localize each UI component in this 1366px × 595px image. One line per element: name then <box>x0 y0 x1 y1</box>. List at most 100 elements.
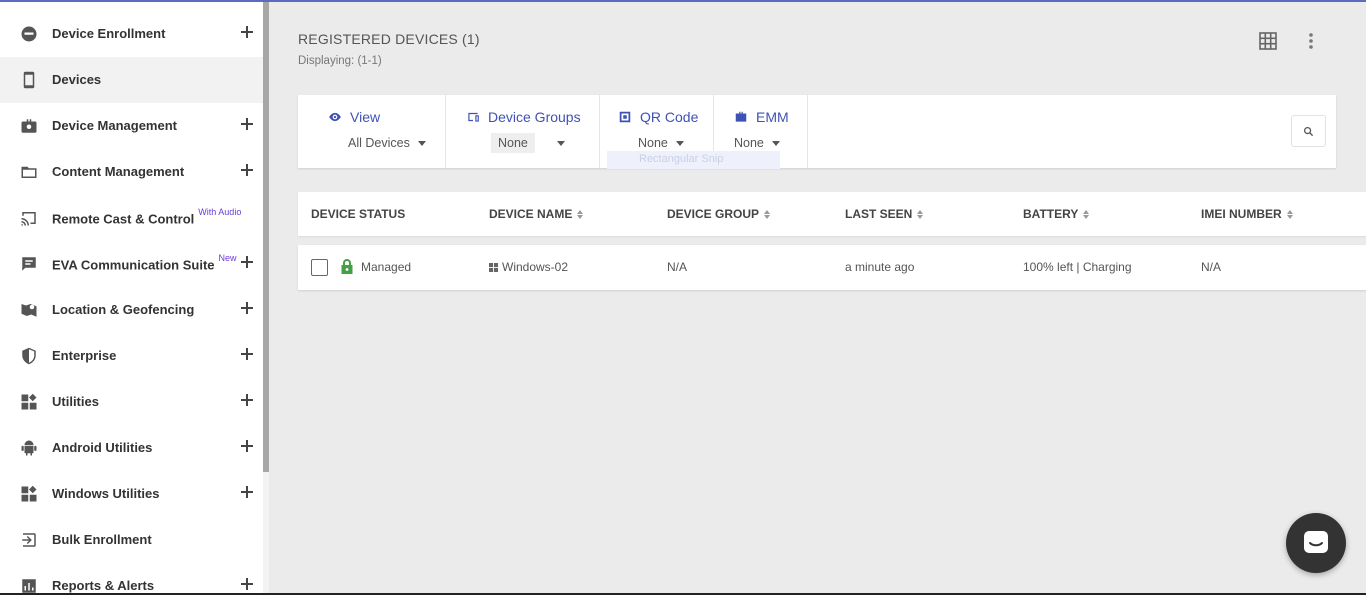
view-value: All Devices <box>348 136 410 150</box>
expand-plus-icon[interactable] <box>240 577 254 591</box>
devices-icon <box>468 112 479 122</box>
caret-down-icon <box>771 140 780 146</box>
widgets-icon <box>19 484 39 504</box>
sidebar-item-label: EVA Communication Suite New <box>52 253 237 273</box>
sidebar-item-bulk-enrollment[interactable]: Bulk Enrollment <box>0 517 263 563</box>
top-accent-line <box>0 0 1366 2</box>
sidebar-item-content-management[interactable]: Content Management <box>0 149 263 195</box>
battery: 100% left | Charging <box>1023 260 1132 274</box>
column-label: LAST SEEN <box>845 207 913 221</box>
sidebar-item-remote-cast[interactable]: Remote Cast & Control With Audio <box>0 195 263 241</box>
search-button[interactable] <box>1291 115 1326 147</box>
column-imei[interactable]: IMEI NUMBER <box>1201 207 1293 221</box>
table-header: DEVICE STATUS DEVICE NAME DEVICE GROUP L… <box>298 192 1366 236</box>
sidebar-item-utilities[interactable]: Utilities <box>0 379 263 425</box>
android-icon <box>19 438 39 458</box>
page-title: REGISTERED DEVICES (1) <box>298 31 480 47</box>
qr-code-dropdown[interactable]: None <box>638 136 684 150</box>
view-label: View <box>350 109 381 125</box>
sort-icon <box>1083 209 1090 219</box>
expand-plus-icon[interactable] <box>240 301 254 315</box>
qr-code-value: None <box>638 136 668 150</box>
expand-plus-icon[interactable] <box>240 163 254 177</box>
enrollment-icon <box>19 24 39 44</box>
folder-icon <box>19 162 39 182</box>
chat-icon <box>19 254 39 274</box>
sidebar-item-enterprise[interactable]: Enterprise <box>0 333 263 379</box>
sort-icon <box>577 209 584 219</box>
caret-down-icon <box>556 140 565 146</box>
sidebar-item-android-utilities[interactable]: Android Utilities <box>0 425 263 471</box>
expand-plus-icon[interactable] <box>240 25 254 39</box>
widgets-icon <box>19 392 39 412</box>
view-dropdown[interactable]: All Devices <box>348 136 426 150</box>
row-checkbox[interactable] <box>311 259 328 276</box>
sidebar-item-label: Location & Geofencing <box>52 302 195 317</box>
device-name: Windows-02 <box>502 260 569 274</box>
expand-plus-icon[interactable] <box>240 393 254 407</box>
lock-icon <box>340 258 354 274</box>
sidebar-item-device-enrollment[interactable]: Device Enrollment <box>0 11 263 57</box>
device-status: Managed <box>361 260 412 274</box>
expand-plus-icon[interactable] <box>240 117 254 131</box>
sidebar-item-label: Reports & Alerts <box>52 578 155 593</box>
windows-icon <box>489 262 498 272</box>
last-seen: a minute ago <box>845 260 915 274</box>
device-groups-filter[interactable]: Device Groups None <box>446 95 600 168</box>
shield-icon <box>19 346 39 366</box>
briefcase-icon <box>735 111 747 122</box>
emm-value: None <box>734 136 764 150</box>
sidebar-item-windows-utilities[interactable]: Windows Utilities <box>0 471 263 517</box>
qr-code-label: QR Code <box>640 109 699 125</box>
sort-icon <box>1286 209 1293 219</box>
column-label: BATTERY <box>1023 207 1079 221</box>
device-groups-dropdown[interactable]: None <box>491 133 565 153</box>
new-badge: New <box>218 253 237 263</box>
phone-icon <box>19 70 39 90</box>
device-name-cell[interactable]: Windows-02 <box>489 260 568 274</box>
map-pin-icon <box>19 300 39 320</box>
expand-plus-icon[interactable] <box>240 255 254 269</box>
table-row[interactable]: Managed Windows-02 N/A a minute ago 100%… <box>298 245 1366 290</box>
emm-dropdown[interactable]: None <box>734 136 780 150</box>
device-groups-header[interactable]: Device Groups <box>466 109 581 125</box>
briefcase-icon <box>19 116 39 136</box>
sidebar-item-devices[interactable]: Devices <box>0 57 263 103</box>
sidebar-item-reports[interactable]: Reports & Alerts <box>0 563 263 595</box>
column-label: DEVICE NAME <box>489 207 573 221</box>
displaying-count: Displaying: (1-1) <box>298 55 382 67</box>
qr-code-header[interactable]: QR Code <box>618 109 698 125</box>
sidebar-scrollbar[interactable] <box>263 0 269 472</box>
sidebar-item-label: Android Utilities <box>52 440 153 455</box>
sidebar-item-label: Remote Cast & Control With Audio <box>52 207 242 227</box>
expand-plus-icon[interactable] <box>240 347 254 361</box>
emm-header[interactable]: EMM <box>734 109 789 125</box>
sidebar-item-eva-communication[interactable]: EVA Communication Suite New <box>0 241 263 287</box>
expand-plus-icon[interactable] <box>240 439 254 453</box>
column-battery[interactable]: BATTERY <box>1023 207 1090 221</box>
view-filter[interactable]: View All Devices <box>298 95 446 168</box>
eye-icon <box>329 112 341 122</box>
cast-icon <box>19 208 39 228</box>
column-device-name[interactable]: DEVICE NAME <box>489 207 584 221</box>
column-last-seen[interactable]: LAST SEEN <box>845 207 924 221</box>
expand-plus-icon[interactable] <box>240 485 254 499</box>
sort-icon <box>764 209 771 219</box>
more-vert-icon[interactable] <box>1302 31 1320 51</box>
grid-view-icon[interactable] <box>1258 31 1278 51</box>
view-filter-header[interactable]: View <box>328 109 380 125</box>
chat-bubble-icon <box>1304 531 1328 553</box>
sidebar-item-label: Device Enrollment <box>52 26 166 41</box>
sort-icon <box>917 209 924 219</box>
sidebar-item-label: Device Management <box>52 118 177 133</box>
column-device-status[interactable]: DEVICE STATUS <box>311 207 405 221</box>
imei-number: N/A <box>1201 260 1222 274</box>
column-device-group[interactable]: DEVICE GROUP <box>667 207 771 221</box>
sidebar-item-device-management[interactable]: Device Management <box>0 103 263 149</box>
sidebar-item-location[interactable]: Location & Geofencing <box>0 287 263 333</box>
caret-down-icon <box>675 140 684 146</box>
search-icon <box>1303 126 1314 136</box>
caret-down-icon <box>417 140 426 146</box>
chat-launcher-button[interactable] <box>1286 513 1346 573</box>
emm-label: EMM <box>756 109 789 125</box>
